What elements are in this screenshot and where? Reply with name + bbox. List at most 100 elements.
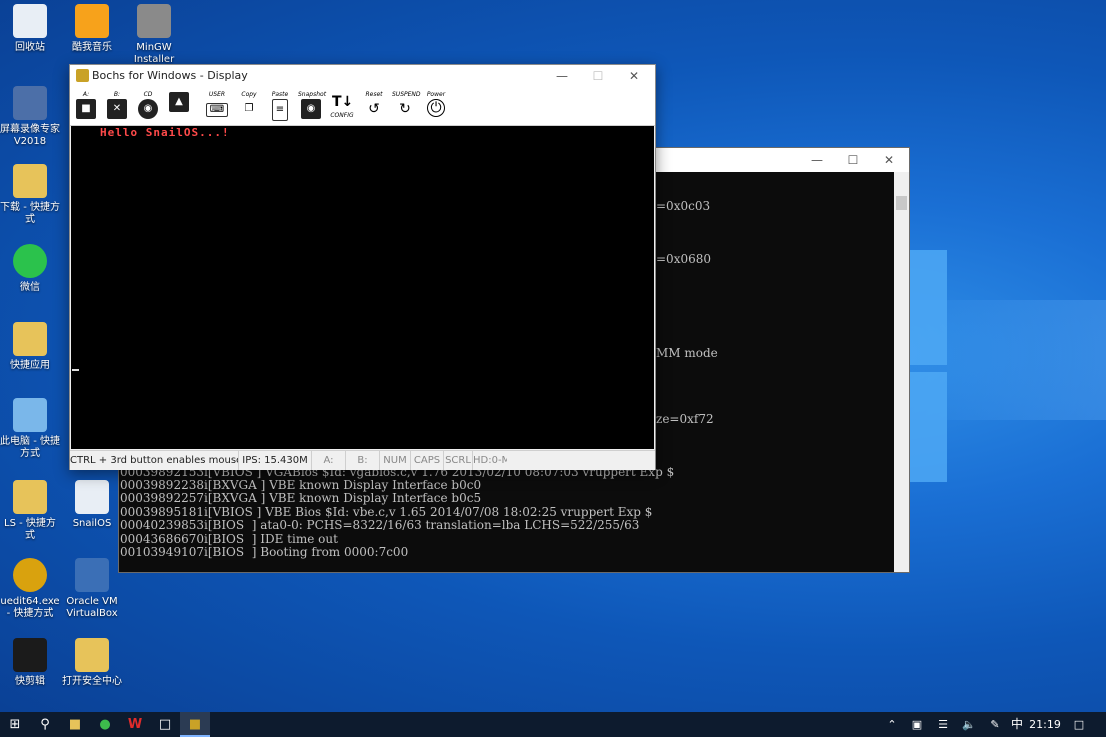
desktop-icon-label: 微信 — [20, 282, 40, 293]
desktop-icon-label: 下载 - 快捷方式 — [0, 202, 60, 225]
kuwo-music-icon — [75, 4, 109, 38]
toolbar-label: Snapshot — [298, 91, 327, 98]
scrollbar-thumb[interactable] — [896, 196, 907, 210]
desktop-icon-this-pc[interactable]: 此电脑 - 快捷方式 — [0, 398, 60, 460]
desktop-icon-screen-recorder[interactable]: 屏幕录像专家 V2018 — [0, 86, 60, 148]
desktop-icon-label: 快捷应用 — [10, 360, 50, 371]
desktop-icon-label: 快剪辑 — [15, 676, 45, 687]
security-center-icon — [75, 638, 109, 672]
console-scrollbar[interactable] — [894, 172, 909, 572]
floppy-a-button[interactable]: A: ■ — [73, 91, 99, 121]
emulator-screen[interactable]: Hello SnailOS...! — [71, 126, 654, 449]
show-hidden-icons-button[interactable]: ⌃ — [883, 712, 901, 737]
wallpaper-logo-pane — [905, 372, 947, 482]
window-title: Bochs for Windows - Display — [92, 69, 248, 82]
desktop-icon-security-center[interactable]: 打开安全中心 — [62, 638, 122, 688]
text-cursor — [72, 369, 79, 371]
snapshot-icon: ◉ — [301, 99, 321, 119]
power-button[interactable]: Power ⏻ — [423, 91, 449, 121]
bochs-toolbar: A: ■ B: ✕ CD ◉ ▲ USER ⌨ Copy ❐ Paste ≡ Snapsho… — [70, 87, 655, 126]
wps-taskbar-icon[interactable]: W — [120, 712, 150, 737]
bochs-display-window[interactable]: Bochs for Windows - Display — ☐ ✕ A: ■ B:… — [69, 64, 656, 470]
status-mouse-hint: CTRL + 3rd button enables mouse — [70, 451, 239, 470]
maximize-button[interactable]: ☐ — [835, 148, 871, 172]
config-button[interactable]: T↓ CONFIG — [329, 91, 355, 121]
console-log-line: 00040239853i[BIOS ] ata0-0: PCHS=8322/16… — [120, 518, 640, 532]
desktop-icon-kuwo[interactable]: 酷我音乐 — [62, 4, 122, 54]
search-button[interactable]: ⚲ — [30, 712, 60, 737]
toolbar-label: Copy — [241, 91, 257, 98]
mingw-installer-icon — [137, 4, 171, 38]
console-log-line: 00039892257i[BXVGA ] VBE known Display I… — [120, 491, 482, 505]
floppy-b-icon: ✕ — [107, 99, 127, 119]
desktop-icon-ls[interactable]: LS - 快捷方式 — [0, 480, 60, 542]
desktop-icon-downloads[interactable]: 下载 - 快捷方式 — [0, 164, 60, 226]
desktop-icon-uedit[interactable]: uedit64.exe - 快捷方式 — [0, 558, 60, 620]
close-button[interactable]: ✕ — [871, 148, 907, 172]
copy-button[interactable]: Copy ❐ — [236, 91, 262, 121]
cdrom-icon: ◉ — [138, 99, 158, 119]
taskbar: ⊞ ⚲ ■ ● W □ ■ ⌃ ▣ ☰ 🔈 ✎ 中 21:19 □ — [0, 712, 1106, 737]
desktop-icon-mingw[interactable]: MinGW Installer — [124, 4, 184, 66]
console-log-line: 00103949107i[BIOS ] Booting from 0000:7c… — [120, 545, 409, 559]
toolbar-label: Power — [426, 91, 446, 98]
desktop-icon-label: 屏幕录像专家 V2018 — [0, 124, 60, 147]
desktop-icon-label: 打开安全中心 — [62, 676, 122, 687]
desktop-icon-virtualbox[interactable]: Oracle VM VirtualBox — [62, 558, 122, 620]
notification-icon[interactable]: □ — [1068, 712, 1090, 737]
screen-text: Hello SnailOS...! — [100, 126, 230, 139]
snailos-file-icon — [75, 480, 109, 514]
bochs-app-icon — [76, 69, 89, 82]
power-icon: ⏻ — [427, 99, 445, 117]
reset-button[interactable]: Reset ↺ — [361, 91, 387, 121]
desktop-icon-label: 回收站 — [15, 42, 45, 53]
status-ips: IPS: 15.430M — [239, 451, 312, 470]
desktop-icon-label: SnailOS — [72, 518, 112, 529]
status-caps: CAPS — [411, 451, 444, 470]
close-button[interactable]: ✕ — [616, 65, 652, 87]
ime-indicator[interactable]: 中 — [1008, 712, 1026, 737]
console-line: ze=0xf72 — [656, 412, 714, 426]
console-taskbar-icon[interactable]: □ — [150, 712, 180, 737]
bochs-titlebar[interactable]: Bochs for Windows - Display — ☐ ✕ — [70, 65, 655, 87]
suspend-button[interactable]: SUSPEND ↻ — [392, 91, 421, 121]
browser-taskbar-icon[interactable]: ● — [90, 712, 120, 737]
floppy-a-icon: ■ — [76, 99, 96, 119]
status-scrl: SCRL — [444, 451, 473, 470]
desktop-icon-snailos[interactable]: SnailOS — [62, 480, 122, 530]
minimize-button[interactable]: — — [799, 148, 835, 172]
paste-icon: ≡ — [272, 99, 288, 121]
snapshot-button[interactable]: Snapshot ◉ — [298, 91, 327, 121]
minimize-button[interactable]: — — [544, 65, 580, 87]
desktop-icon-label: 酷我音乐 — [72, 42, 112, 53]
toolbar-label: CONFIG — [330, 112, 354, 119]
desktop-icon-wechat[interactable]: 微信 — [0, 244, 60, 294]
file-explorer-taskbar-icon[interactable]: ■ — [60, 712, 90, 737]
desktop-icon-recycle-bin[interactable]: 回收站 — [0, 4, 60, 54]
status-floppy-b: B: — [346, 451, 380, 470]
status-hd: HD:0-M — [473, 455, 507, 466]
cdrom-button[interactable]: CD ◉ — [135, 91, 161, 121]
mouse-toggle-button[interactable]: ▲ — [166, 91, 192, 121]
this-pc-icon — [13, 398, 47, 432]
kuaijianji-icon — [13, 638, 47, 672]
config-icon: T↓ — [332, 92, 354, 112]
paste-button[interactable]: Paste ≡ — [267, 91, 293, 121]
folder-shortcut-icon — [13, 322, 47, 356]
user-keyboard-button[interactable]: USER ⌨ — [204, 91, 230, 121]
desktop-icon-label: LS - 快捷方式 — [4, 518, 56, 541]
pen-icon[interactable]: ✎ — [985, 712, 1005, 737]
clock[interactable]: 21:19 — [1028, 712, 1062, 737]
maximize-button[interactable]: ☐ — [580, 65, 616, 87]
network-icon[interactable]: ☰ — [933, 712, 953, 737]
toolbar-label: Reset — [365, 91, 383, 98]
toolbar-label: SUSPEND — [392, 91, 421, 98]
floppy-b-button[interactable]: B: ✕ — [104, 91, 130, 121]
bochs-taskbar-icon[interactable]: ■ — [180, 712, 210, 737]
start-button[interactable]: ⊞ — [0, 712, 30, 737]
app-tray-icon[interactable]: ▣ — [907, 712, 927, 737]
recycle-bin-icon — [13, 4, 47, 38]
desktop-icon-quick-apps[interactable]: 快捷应用 — [0, 322, 60, 372]
volume-icon[interactable]: 🔈 — [959, 712, 979, 737]
desktop-icon-kuaijianji[interactable]: 快剪辑 — [0, 638, 60, 688]
